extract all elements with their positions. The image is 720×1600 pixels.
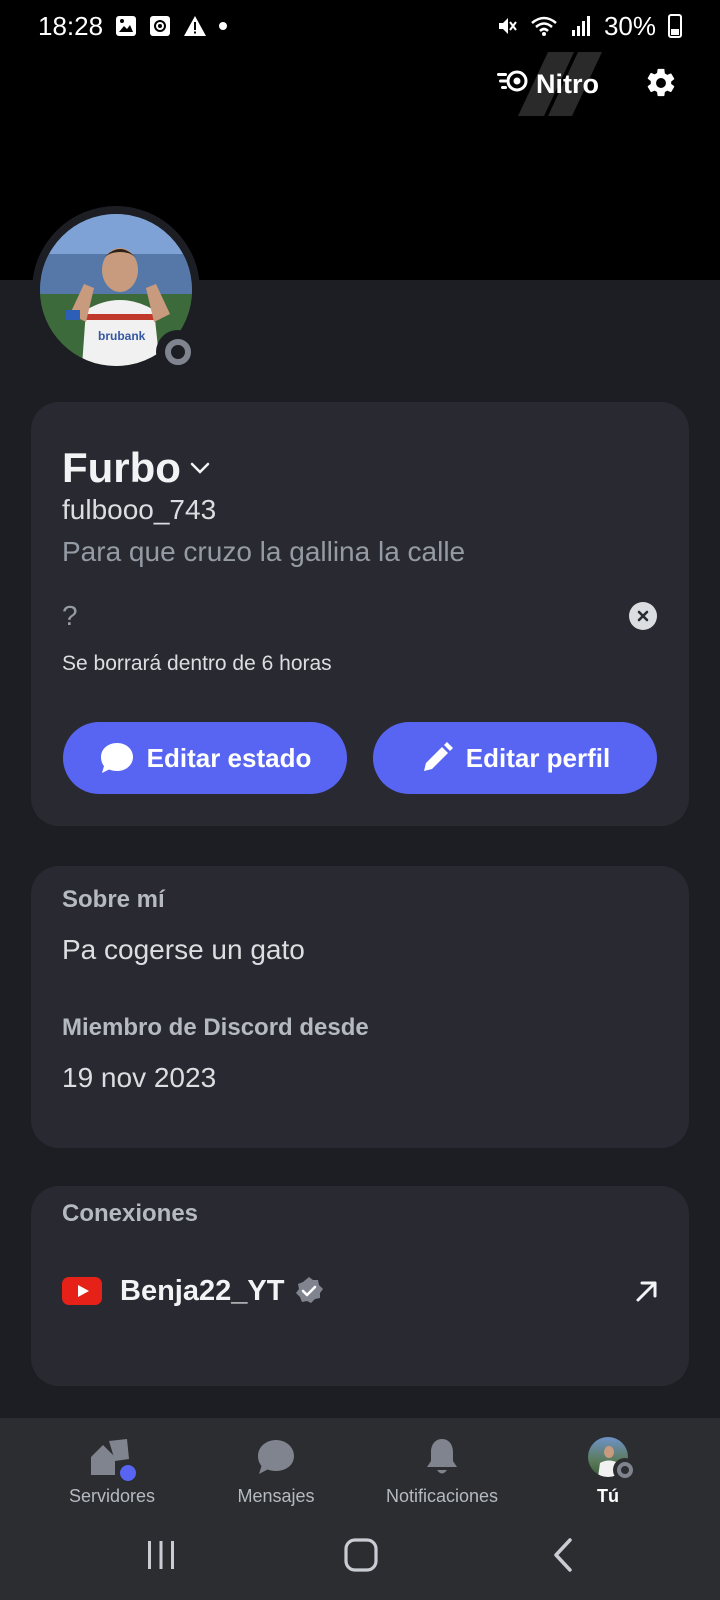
connection-name: Benja22_YT [120,1274,285,1307]
system-navigation-bar [0,1510,720,1600]
about-me-heading: Sobre mí [62,886,165,913]
status-time: 18:28 [38,10,104,41]
battery-icon [668,14,682,38]
profile-pronouns: Para que cruzo la gallina la calle [62,536,466,567]
nitro-icon [496,68,530,101]
connections-heading: Conexiones [62,1200,199,1227]
warning-icon [183,15,207,37]
back-icon [554,1538,572,1572]
home-icon [344,1538,378,1572]
recent-apps-icon [148,1541,174,1569]
display-name-switcher[interactable]: Furbo [62,444,211,492]
member-since-heading: Miembro de Discord desde [62,1014,369,1041]
gallery-notification-icon [115,15,137,37]
clear-status-button[interactable] [629,602,657,630]
custom-status: ? [62,600,78,631]
mute-icon [496,15,518,37]
svg-text:brubank: brubank [98,329,146,343]
external-link-icon[interactable] [632,1276,662,1306]
edit-profile-label: Editar perfil [465,742,611,773]
more-notifications-dot-icon [219,22,228,30]
servers-icon [87,1434,139,1484]
messages-icon [251,1434,301,1480]
bell-icon [417,1434,467,1480]
status-expiry: Se borrará dentro de 6 horas [62,652,332,675]
youtube-icon [62,1277,102,1305]
gear-icon [647,68,675,97]
profile-card: Furbo fulbooo_743 Para que cruzo la gall… [31,402,689,826]
connections-card: Conexiones Benja22_YT [31,1186,689,1386]
edit-status-label: Editar estado [146,742,312,773]
back-button[interactable] [538,1530,588,1580]
member-since-date: 19 nov 2023 [62,1062,217,1093]
home-button[interactable] [336,1530,386,1580]
username: fulbooo_743 [62,494,217,525]
signal-icon [570,15,592,37]
profile-avatar[interactable]: brubank [32,206,200,374]
system-status-bar: 18:28 30% [0,0,720,52]
settings-button[interactable] [642,64,680,102]
battery-percent: 30% [603,10,656,41]
nav-servers-label: Servidores [68,1486,156,1506]
screen-recorder-icon [149,15,171,37]
about-me-text: Pa cogerse un gato [62,934,305,965]
chat-bubble-icon [100,743,133,773]
edit-profile-button[interactable]: Editar perfil [373,722,657,794]
nitro-button[interactable]: Nitro [496,62,599,106]
close-icon [637,610,649,622]
nav-notifications-label: Notificaciones [385,1486,499,1506]
chevron-down-icon [190,462,210,474]
offline-status-indicator [156,330,200,374]
connection-item[interactable]: Benja22_YT [62,1266,662,1316]
servers-unread-badge [117,1462,139,1484]
edit-status-button[interactable]: Editar estado [63,722,347,794]
recent-apps-button[interactable] [136,1530,186,1580]
pencil-icon [423,742,453,771]
about-card: Sobre mí Pa cogerse un gato Miembro de D… [31,866,689,1148]
nav-avatar [583,1434,637,1482]
nav-you-label: Tú [597,1486,619,1506]
wifi-icon [530,15,558,37]
offline-status-indicator [613,1458,637,1482]
verified-badge-icon [296,1277,324,1303]
nav-messages-label: Mensajes [237,1486,315,1506]
nitro-label: Nitro [536,68,599,99]
display-name: Furbo [62,444,181,491]
